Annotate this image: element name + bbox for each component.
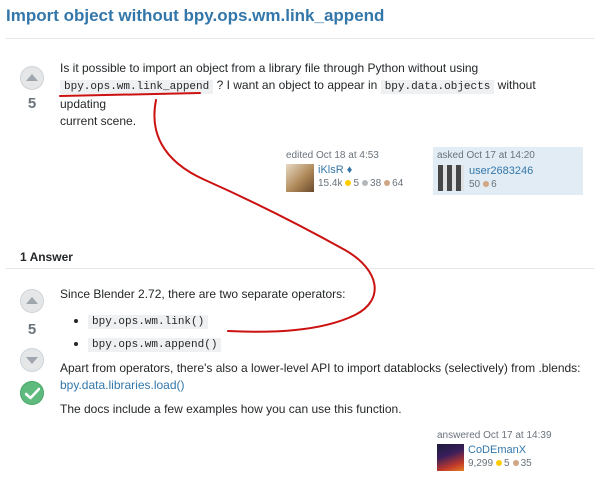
edited-label: edited Oct 18 at 4:53 [286, 150, 379, 161]
editor-name[interactable]: iKlsR ♦ [318, 164, 352, 176]
question-body: Is it possible to import an object from … [60, 60, 580, 130]
answer-intro: Since Blender 2.72, there are two separa… [60, 287, 346, 301]
arrow-up-icon [26, 297, 38, 304]
answerer-reputation: 9,299 5 35 [468, 458, 532, 469]
silver-badge-icon [362, 180, 369, 187]
operator-list: bpy.ops.wm.link() bpy.ops.wm.append() [72, 313, 222, 359]
list-item: bpy.ops.wm.append() [88, 336, 222, 352]
bronze-badge-icon [384, 180, 391, 187]
upvote-button[interactable] [20, 66, 44, 90]
operator-link-code: bpy.ops.wm.link() [88, 315, 209, 329]
edited-signature: edited Oct 18 at 4:53 iKlsR ♦ 15.4k 5 38 64 [286, 150, 426, 194]
answer-downvote-button[interactable] [20, 348, 44, 372]
asked-signature: asked Oct 17 at 14:20 user2683246 50 6 [433, 147, 583, 195]
answer-score: 5 [27, 321, 37, 338]
editor-reputation: 15.4k 5 38 64 [318, 178, 404, 189]
answers-divider [6, 268, 594, 269]
question-text-2: ? I want an object to appear in [216, 78, 378, 92]
gold-badge-icon [345, 180, 352, 187]
title-divider [6, 38, 594, 39]
operator-append-code: bpy.ops.wm.append() [88, 338, 222, 352]
asker-avatar[interactable] [438, 165, 464, 191]
inline-code-data-objects: bpy.data.objects [380, 80, 495, 94]
asker-reputation: 50 6 [469, 179, 497, 190]
arrow-up-icon [26, 74, 38, 81]
arrow-down-icon [26, 357, 38, 364]
answered-signature: answered Oct 17 at 14:39 CoDEmanX 9,299 5… [437, 430, 587, 474]
bronze-badge-icon [483, 181, 490, 188]
answerer-name[interactable]: CoDEmanX [468, 444, 526, 456]
question-text-1: Is it possible to import an object from … [60, 61, 479, 75]
question-text-4: current scene. [60, 114, 137, 128]
checkmark-icon [25, 387, 40, 400]
list-item: bpy.ops.wm.link() [88, 313, 221, 329]
gold-badge-icon [496, 460, 503, 467]
answer-paragraph-3: The docs include a few examples how you … [60, 402, 402, 416]
question-score: 5 [27, 95, 37, 112]
asker-name[interactable]: user2683246 [469, 165, 533, 177]
editor-avatar[interactable] [286, 164, 314, 192]
question-title[interactable]: Import object without bpy.ops.wm.link_ap… [6, 6, 384, 26]
answer-paragraph-2: Apart from operators, there's also a low… [60, 360, 599, 394]
bronze-badge-icon [512, 460, 519, 467]
answerer-avatar[interactable] [437, 444, 464, 471]
answer-api-text: Apart from operators, there's also a low… [60, 361, 581, 375]
answered-label: answered Oct 17 at 14:39 [437, 430, 552, 441]
inline-code-link-append: bpy.ops.wm.link_append [60, 80, 214, 94]
answers-count-header: 1 Answer [20, 250, 73, 264]
asked-label: asked Oct 17 at 14:20 [437, 150, 535, 161]
api-docs-link[interactable]: bpy.data.libraries.load() [60, 378, 185, 392]
answer-upvote-button[interactable] [20, 289, 44, 313]
accepted-answer-icon [20, 381, 44, 405]
